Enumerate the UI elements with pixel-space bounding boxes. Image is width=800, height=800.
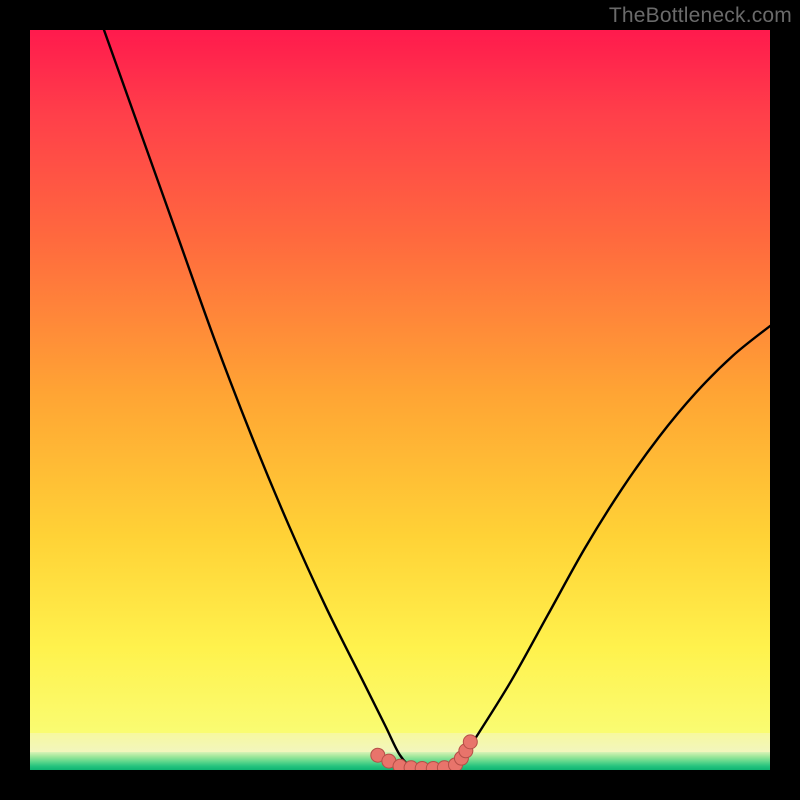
watermark-text: TheBottleneck.com <box>609 4 792 28</box>
curve-layer <box>30 30 770 770</box>
optimal-marker <box>463 735 477 749</box>
chart-container: TheBottleneck.com <box>0 0 800 800</box>
plot-area <box>30 30 770 770</box>
bottleneck-curve <box>104 30 770 770</box>
optimal-range-markers <box>371 735 478 770</box>
